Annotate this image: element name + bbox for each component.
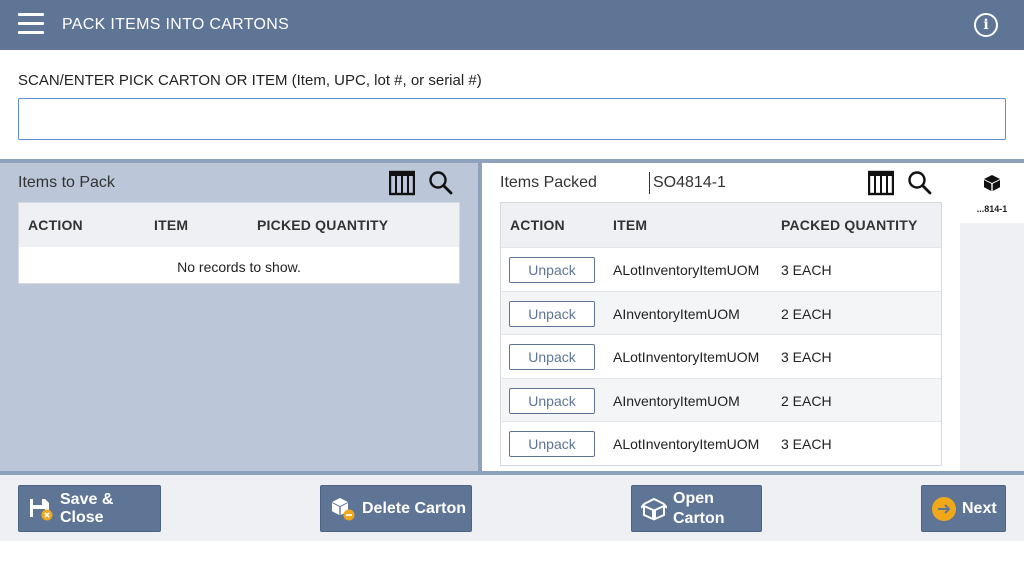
search-icon[interactable]: [428, 170, 454, 196]
items-to-pack-panel: Items to Pack ACTION ITEM PICKED QUANTIT…: [0, 163, 478, 471]
open-carton-label-line1: Open: [673, 489, 714, 507]
search-icon[interactable]: [907, 170, 933, 196]
arrow-right-icon: [931, 496, 957, 522]
next-button[interactable]: Next: [921, 485, 1006, 532]
delete-carton-button[interactable]: Delete Carton: [320, 485, 472, 532]
unpack-button[interactable]: Unpack: [509, 300, 595, 327]
column-header-action[interactable]: ACTION: [510, 217, 565, 233]
quantity-cell: 3 EACH: [781, 349, 832, 365]
item-cell: ALotInventoryItemUOM: [613, 349, 760, 365]
items-to-pack-grid: ACTION ITEM PICKED QUANTITY No records t…: [18, 202, 460, 284]
column-header-action[interactable]: ACTION: [28, 217, 83, 233]
grid-header: ACTION ITEM PICKED QUANTITY: [19, 203, 459, 247]
grid-header: ACTION ITEM PACKED QUANTITY: [501, 203, 941, 247]
box-icon: [983, 174, 1001, 192]
carton-tab-label: ...814-1: [976, 204, 1008, 214]
item-cell: AInventoryItemUOM: [613, 305, 740, 322]
table-row: Unpack ALotInventoryItemUOM 3 EACH: [501, 421, 941, 465]
item-cell: AInventoryItemUOM: [613, 392, 740, 409]
scan-input[interactable]: [18, 98, 1006, 140]
save-icon: [28, 496, 54, 522]
quantity-cell: 3 EACH: [781, 262, 832, 278]
column-chooser-icon[interactable]: [867, 170, 895, 196]
item-cell: ALotInventoryItemUOM: [613, 436, 760, 452]
side-tab-area: [960, 223, 1024, 471]
open-carton-label-line2: Carton: [673, 509, 725, 527]
column-chooser-icon[interactable]: [388, 170, 416, 196]
delete-carton-label: Delete Carton: [362, 499, 467, 517]
items-to-pack-title: Items to Pack: [18, 174, 115, 191]
quantity-cell: 2 EACH: [781, 305, 832, 322]
save-close-label: Save & Close: [60, 490, 114, 526]
table-row: Unpack ALotInventoryItemUOM 3 EACH: [501, 247, 941, 291]
unpack-button[interactable]: Unpack: [509, 344, 595, 370]
unpack-button[interactable]: Unpack: [509, 257, 595, 283]
info-icon[interactable]: i: [974, 13, 998, 37]
unpack-button[interactable]: Unpack: [509, 431, 595, 457]
page-title: PACK ITEMS INTO CARTONS: [62, 16, 290, 33]
title-separator: [649, 172, 650, 194]
items-packed-grid: ACTION ITEM PACKED QUANTITY Unpack ALotI…: [500, 202, 942, 466]
column-header-picked-quantity[interactable]: PICKED QUANTITY: [257, 217, 388, 233]
save-close-button[interactable]: Save & Close: [18, 485, 161, 532]
column-header-item[interactable]: ITEM: [613, 217, 647, 233]
open-carton-button[interactable]: Open Carton: [631, 485, 762, 532]
items-packed-title: Items Packed: [500, 174, 597, 191]
empty-message: No records to show.: [177, 259, 301, 275]
column-header-packed-quantity[interactable]: PACKED QUANTITY: [781, 217, 918, 233]
top-bar: PACK ITEMS INTO CARTONS i: [0, 0, 1024, 50]
table-row: Unpack ALotInventoryItemUOM 3 EACH: [501, 334, 941, 378]
column-header-item[interactable]: ITEM: [154, 217, 188, 233]
next-label: Next: [962, 499, 997, 517]
open-box-icon: [640, 496, 668, 522]
carton-tab[interactable]: ...814-1: [960, 163, 1024, 223]
item-cell: ALotInventoryItemUOM: [613, 262, 760, 278]
items-packed-panel: Items Packed SO4814-1 ACTION ITEM PACKED…: [482, 163, 960, 471]
scan-label: SCAN/ENTER PICK CARTON OR ITEM (Item, UP…: [18, 72, 482, 89]
quantity-cell: 3 EACH: [781, 436, 832, 452]
unpack-button[interactable]: Unpack: [509, 387, 595, 414]
table-row: Unpack AInventoryItemUOM 2 EACH: [501, 377, 941, 421]
carton-id: SO4814-1: [653, 174, 726, 191]
delete-carton-icon: [330, 496, 356, 522]
quantity-cell: 2 EACH: [781, 392, 832, 409]
hamburger-menu-icon[interactable]: [18, 13, 44, 35]
table-row: Unpack AInventoryItemUOM 2 EACH: [501, 290, 941, 334]
